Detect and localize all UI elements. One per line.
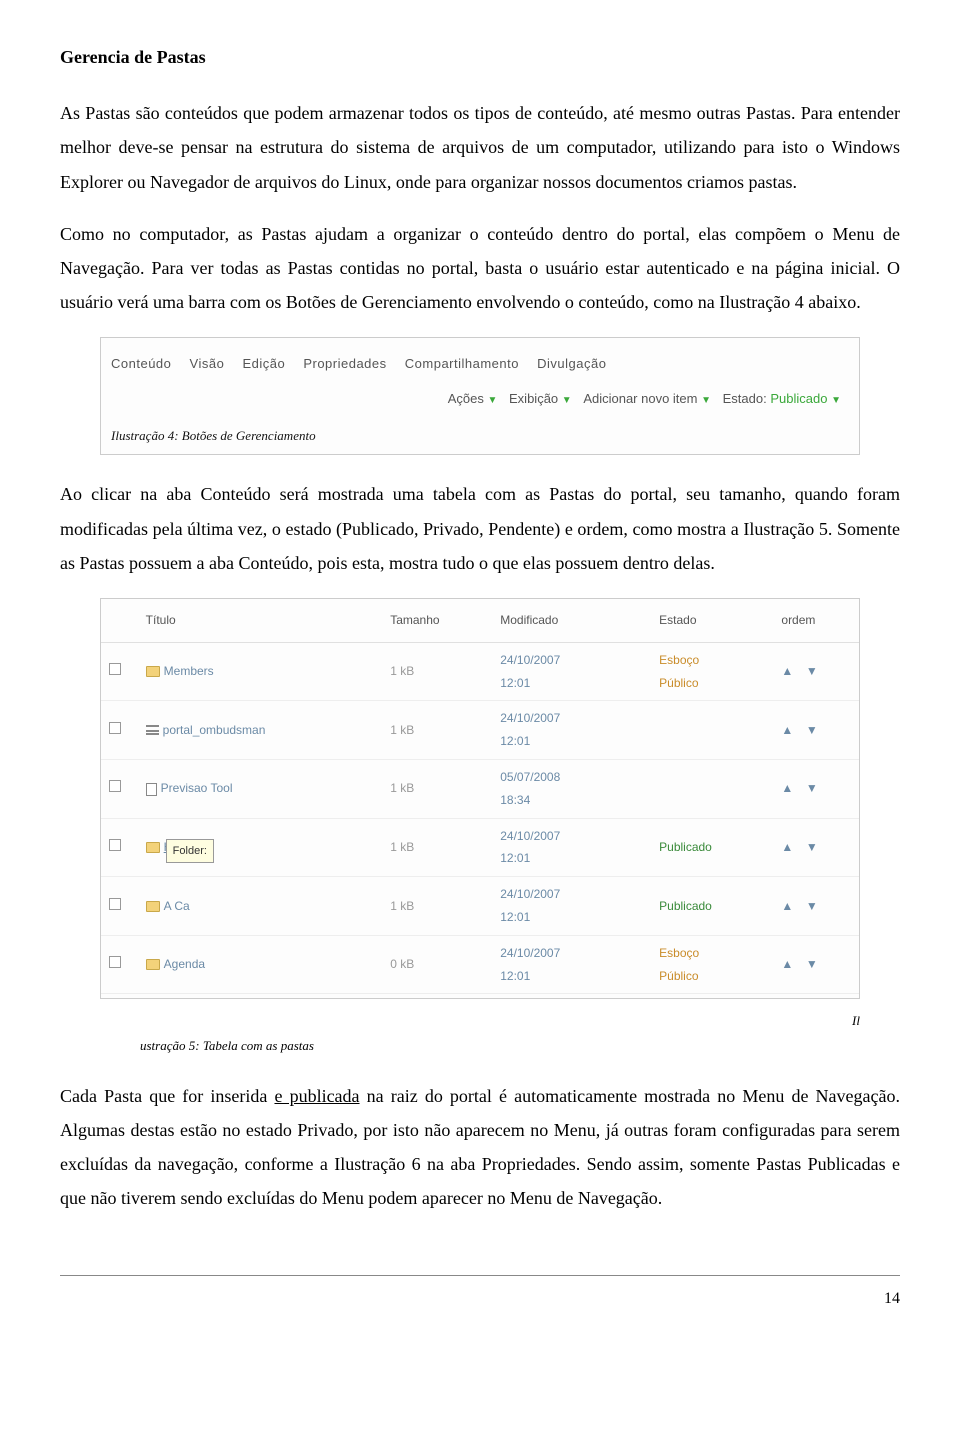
- cell-modified: 24/10/200712:01: [492, 701, 651, 760]
- cell-title[interactable]: portal_ombudsman: [138, 701, 383, 760]
- action-adicionar[interactable]: Adicionar novo item ▼: [583, 391, 711, 406]
- cell-modified: 24/10/200712:01: [492, 935, 651, 994]
- checkbox[interactable]: [109, 839, 121, 851]
- cell-order[interactable]: ▲ ▼: [773, 877, 859, 936]
- table-row: Members1 kB24/10/200712:01EsboçoPúblico▲…: [101, 642, 859, 701]
- folder-table-screenshot: Título Tamanho Modificado Estado ordem M…: [100, 598, 860, 999]
- cell-state: [651, 701, 773, 760]
- list-icon: [146, 725, 159, 736]
- tab-divulgacao[interactable]: Divulgação: [537, 356, 606, 371]
- checkbox[interactable]: [109, 956, 121, 968]
- folder-table: Título Tamanho Modificado Estado ordem M…: [101, 599, 859, 994]
- action-estado[interactable]: Estado: Publicado ▼: [723, 391, 841, 406]
- tab-compartilhamento[interactable]: Compartilhamento: [405, 356, 519, 371]
- page-number: 14: [60, 1275, 900, 1314]
- cell-title[interactable]: Members: [138, 642, 383, 701]
- checkbox[interactable]: [109, 663, 121, 675]
- cell-title[interactable]: História↖Folder:: [138, 818, 383, 877]
- action-acoes[interactable]: Ações ▼: [448, 391, 498, 406]
- cell-order[interactable]: ▲ ▼: [773, 935, 859, 994]
- page-heading: Gerencia de Pastas: [60, 40, 900, 74]
- col-modificado: Modificado: [492, 599, 651, 642]
- caption-fragment-il: Il: [60, 1009, 860, 1034]
- cell-order[interactable]: ▲ ▼: [773, 642, 859, 701]
- cell-size: 1 kB: [382, 759, 492, 818]
- caption-ilustracao-4: Ilustração 4: Botões de Gerenciamento: [111, 424, 849, 449]
- table-row: A Ca1 kB24/10/200712:01Publicado▲ ▼: [101, 877, 859, 936]
- cell-order[interactable]: ▲ ▼: [773, 759, 859, 818]
- table-row: História↖Folder:1 kB24/10/200712:01Publi…: [101, 818, 859, 877]
- checkbox[interactable]: [109, 780, 121, 792]
- folder-icon: [146, 959, 160, 970]
- dropdown-icon: ▼: [562, 395, 572, 406]
- folder-icon: [146, 842, 160, 853]
- col-titulo: Título: [138, 599, 383, 642]
- page-icon: [146, 783, 157, 796]
- folder-icon: [146, 901, 160, 912]
- cell-state: [651, 759, 773, 818]
- cell-size: 1 kB: [382, 701, 492, 760]
- cell-title[interactable]: Agenda: [138, 935, 383, 994]
- tab-propriedades[interactable]: Propriedades: [303, 356, 386, 371]
- cell-size: 1 kB: [382, 642, 492, 701]
- actions-row: Ações ▼ Exibição ▼ Adicionar novo item ▼…: [111, 387, 849, 412]
- cell-state: Publicado: [651, 877, 773, 936]
- table-row: portal_ombudsman1 kB24/10/200712:01 ▲ ▼: [101, 701, 859, 760]
- dropdown-icon: ▼: [831, 395, 841, 406]
- tab-conteudo[interactable]: Conteúdo: [111, 356, 171, 371]
- cell-modified: 24/10/200712:01: [492, 877, 651, 936]
- cell-size: 1 kB: [382, 818, 492, 877]
- folder-icon: [146, 666, 160, 677]
- cell-modified: 24/10/200712:01: [492, 818, 651, 877]
- cell-state: EsboçoPúblico: [651, 935, 773, 994]
- paragraph-4: Cada Pasta que for inserida e publicada …: [60, 1079, 900, 1216]
- paragraph-2: Como no computador, as Pastas ajudam a o…: [60, 217, 900, 320]
- underlined-text: e publicada: [274, 1086, 359, 1106]
- dropdown-icon: ▼: [701, 395, 711, 406]
- toolbar-screenshot: Conteúdo Visão Edição Propriedades Compa…: [100, 337, 860, 455]
- tab-edicao[interactable]: Edição: [242, 356, 285, 371]
- dropdown-icon: ▼: [487, 395, 497, 406]
- cell-modified: 05/07/200818:34: [492, 759, 651, 818]
- cell-state: EsboçoPúblico: [651, 642, 773, 701]
- paragraph-3: Ao clicar na aba Conteúdo será mostrada …: [60, 477, 900, 580]
- cell-title[interactable]: A Ca: [138, 877, 383, 936]
- tooltip: Folder:: [166, 839, 214, 864]
- checkbox[interactable]: [109, 722, 121, 734]
- col-estado: Estado: [651, 599, 773, 642]
- caption-ilustracao-5: ustração 5: Tabela com as pastas: [140, 1034, 900, 1059]
- cell-order[interactable]: ▲ ▼: [773, 701, 859, 760]
- cell-title[interactable]: Previsao Tool: [138, 759, 383, 818]
- paragraph-1: As Pastas são conteúdos que podem armaze…: [60, 96, 900, 199]
- col-ordem: ordem: [773, 599, 859, 642]
- cell-size: 0 kB: [382, 935, 492, 994]
- col-tamanho: Tamanho: [382, 599, 492, 642]
- table-row: Agenda0 kB24/10/200712:01EsboçoPúblico▲ …: [101, 935, 859, 994]
- cell-modified: 24/10/200712:01: [492, 642, 651, 701]
- tabs-row: Conteúdo Visão Edição Propriedades Compa…: [111, 352, 849, 377]
- cell-order[interactable]: ▲ ▼: [773, 818, 859, 877]
- tab-visao[interactable]: Visão: [190, 356, 225, 371]
- cell-size: 1 kB: [382, 877, 492, 936]
- cell-state: Publicado: [651, 818, 773, 877]
- table-row: Previsao Tool1 kB05/07/200818:34 ▲ ▼: [101, 759, 859, 818]
- checkbox[interactable]: [109, 898, 121, 910]
- action-exibicao[interactable]: Exibição ▼: [509, 391, 572, 406]
- col-check: [101, 599, 138, 642]
- table-header-row: Título Tamanho Modificado Estado ordem: [101, 599, 859, 642]
